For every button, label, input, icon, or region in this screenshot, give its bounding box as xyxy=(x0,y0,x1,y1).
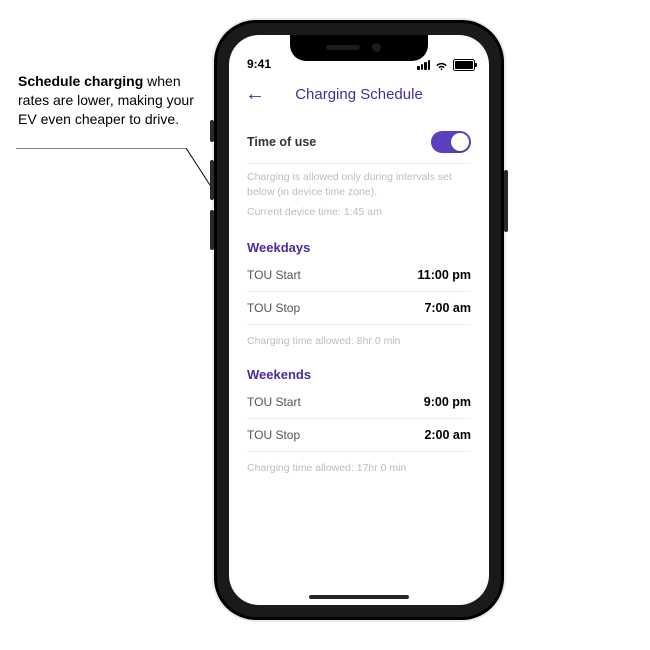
phone-screen: 9:41 ← Charging Schedule xyxy=(229,35,489,605)
weekends-tou-start-value: 9:00 pm xyxy=(424,395,471,409)
cell-signal-icon xyxy=(417,60,430,70)
weekdays-tou-start-label: TOU Start xyxy=(247,268,301,282)
weekdays-tou-start-value: 11:00 pm xyxy=(417,268,471,282)
weekends-tou-start-label: TOU Start xyxy=(247,395,301,409)
page-title: Charging Schedule xyxy=(245,86,473,103)
device-time-value: 1:45 am xyxy=(344,206,382,218)
tou-helper-text: Charging is allowed only during interval… xyxy=(247,170,471,220)
promo-callout: Schedule charging when rates are lower, … xyxy=(18,72,208,129)
weekdays-title: Weekdays xyxy=(247,240,471,255)
weekdays-allowed: Charging time allowed: 8hr 0 min xyxy=(247,335,471,347)
volume-up-button xyxy=(210,160,214,200)
time-of-use-row: Time of use xyxy=(247,121,471,164)
home-indicator[interactable] xyxy=(309,595,409,599)
wifi-icon xyxy=(434,60,449,71)
volume-down-button xyxy=(210,210,214,250)
battery-icon xyxy=(453,59,475,71)
weekends-tou-stop-label: TOU Stop xyxy=(247,428,300,442)
weekends-title: Weekends xyxy=(247,367,471,382)
promo-callout-bold: Schedule charging xyxy=(18,73,143,89)
weekends-allowed: Charging time allowed: 17hr 0 min xyxy=(247,462,471,474)
app-header: ← Charging Schedule xyxy=(229,73,489,115)
silence-switch xyxy=(210,120,214,142)
phone-frame: 9:41 ← Charging Schedule xyxy=(214,20,504,620)
weekdays-tou-start-row[interactable]: TOU Start 11:00 pm xyxy=(247,259,471,292)
weekdays-tou-stop-value: 7:00 am xyxy=(424,301,471,315)
weekends-tou-stop-value: 2:00 am xyxy=(424,428,471,442)
weekdays-tou-stop-row[interactable]: TOU Stop 7:00 am xyxy=(247,292,471,325)
time-of-use-label: Time of use xyxy=(247,135,316,149)
weekends-tou-stop-row[interactable]: TOU Stop 2:00 am xyxy=(247,419,471,452)
weekends-tou-start-row[interactable]: TOU Start 9:00 pm xyxy=(247,386,471,419)
weekdays-tou-stop-label: TOU Stop xyxy=(247,301,300,315)
status-time: 9:41 xyxy=(247,57,271,71)
tou-helper-line1: Charging is allowed only during interval… xyxy=(247,170,471,199)
power-button xyxy=(504,170,508,232)
time-of-use-toggle[interactable] xyxy=(431,131,471,153)
notch xyxy=(290,35,428,61)
callout-leader-line xyxy=(16,148,226,208)
device-time-label: Current device time: xyxy=(247,206,341,218)
